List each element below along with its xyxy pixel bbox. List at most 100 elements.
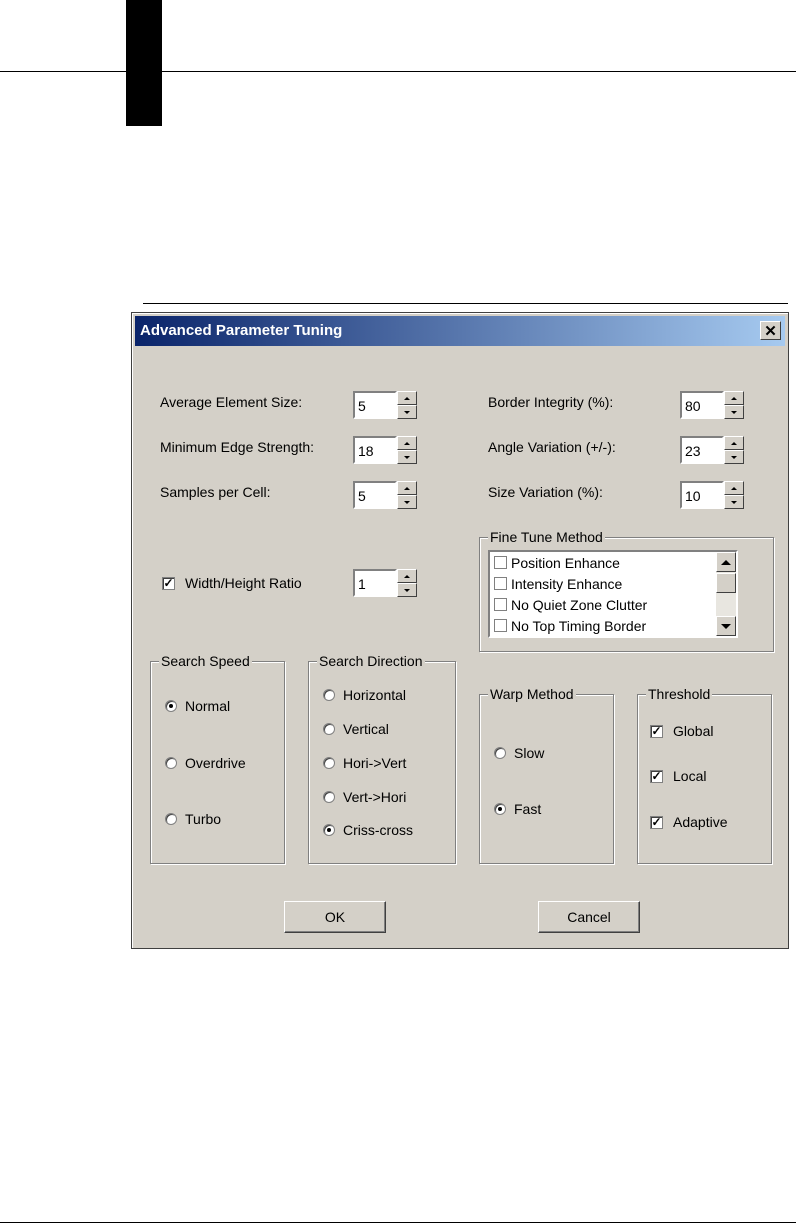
min-edge-strength-down-button[interactable] xyxy=(397,450,417,464)
min-edge-strength-up-button[interactable] xyxy=(397,436,417,450)
dialog-title: Advanced Parameter Tuning xyxy=(140,322,343,339)
radio-selected-icon xyxy=(165,700,177,712)
size-variation-down-button[interactable] xyxy=(724,495,744,509)
angle-variation-label: Angle Variation (+/-): xyxy=(488,439,616,455)
avg-element-size-spinner: 5 xyxy=(353,391,417,419)
radio-label: Overdrive xyxy=(185,755,246,771)
title-bar[interactable]: Advanced Parameter Tuning ✕ xyxy=(135,316,785,346)
search-direction-horizontal-radio[interactable]: Horizontal xyxy=(323,687,406,703)
threshold-adaptive-checkbox[interactable]: ✓ Adaptive xyxy=(650,814,727,830)
threshold-local-checkbox[interactable]: ✓ Local xyxy=(650,768,706,784)
angle-variation-down-button[interactable] xyxy=(724,450,744,464)
arrow-up-icon xyxy=(404,441,410,445)
search-speed-normal-radio[interactable]: Normal xyxy=(165,698,230,714)
search-direction-criss-cross-radio[interactable]: Criss-cross xyxy=(323,822,413,838)
radio-selected-icon xyxy=(494,803,506,815)
arrow-down-icon xyxy=(731,410,737,414)
check-icon: ✓ xyxy=(650,769,663,783)
list-item[interactable]: Position Enhance xyxy=(490,552,736,573)
search-speed-overdrive-radio[interactable]: Overdrive xyxy=(165,755,246,771)
radio-label: Fast xyxy=(514,801,542,817)
border-integrity-input[interactable]: 80 xyxy=(680,391,724,419)
vertical-scrollbar[interactable] xyxy=(716,552,736,636)
scroll-thumb[interactable] xyxy=(716,573,736,593)
scroll-up-button[interactable] xyxy=(716,552,736,572)
check-icon: ✓ xyxy=(650,724,663,738)
footer-rule xyxy=(0,1222,796,1223)
arrow-down-icon xyxy=(731,455,737,459)
width-height-ratio-label: Width/Height Ratio xyxy=(185,575,302,591)
checkbox-label: Adaptive xyxy=(673,814,728,830)
arrow-up-icon xyxy=(404,486,410,490)
close-button[interactable]: ✕ xyxy=(760,321,781,340)
warp-method-fast-radio[interactable]: Fast xyxy=(494,801,541,817)
arrow-up-icon xyxy=(731,441,737,445)
avg-element-size-label: Average Element Size: xyxy=(160,394,303,410)
angle-variation-input[interactable]: 23 xyxy=(680,436,724,464)
ok-button[interactable]: OK xyxy=(284,901,386,933)
border-integrity-label: Border Integrity (%): xyxy=(488,394,614,410)
fine-tune-method-listbox[interactable]: Position Enhance Intensity Enhance No Qu… xyxy=(488,550,738,638)
checkbox-label: Local xyxy=(673,768,707,784)
list-item-label: No Top Timing Border xyxy=(511,617,647,634)
samples-per-cell-label: Samples per Cell: xyxy=(160,484,271,500)
fine-tune-method-title: Fine Tune Method xyxy=(488,529,605,545)
min-edge-strength-spinner: 18 xyxy=(353,436,417,464)
scroll-down-button[interactable] xyxy=(716,616,736,636)
samples-per-cell-up-button[interactable] xyxy=(397,481,417,495)
samples-per-cell-spinner: 5 xyxy=(353,481,417,509)
size-variation-up-button[interactable] xyxy=(724,481,744,495)
samples-per-cell-input[interactable]: 5 xyxy=(353,481,397,509)
checkbox-icon xyxy=(494,577,507,590)
border-integrity-spinner: 80 xyxy=(680,391,744,419)
avg-element-size-up-button[interactable] xyxy=(397,391,417,405)
arrow-up-icon xyxy=(731,396,737,400)
list-item[interactable]: No Top Timing Border xyxy=(490,615,736,636)
arrow-up-icon xyxy=(731,486,737,490)
checkbox-icon xyxy=(494,598,507,611)
radio-label: Turbo xyxy=(185,811,222,827)
warp-method-group: Warp Method Slow Fast xyxy=(479,686,614,864)
search-direction-vertical-radio[interactable]: Vertical xyxy=(323,721,389,737)
width-height-ratio-down-button[interactable] xyxy=(397,583,417,597)
radio-icon xyxy=(323,689,335,701)
width-height-ratio-input[interactable]: 1 xyxy=(353,569,397,597)
list-item[interactable]: No Quiet Zone Clutter xyxy=(490,594,736,615)
fine-tune-method-group: Fine Tune Method Position Enhance Intens… xyxy=(479,529,774,652)
arrow-down-icon xyxy=(404,410,410,414)
width-height-ratio-checkbox[interactable]: ✓ Width/Height Ratio xyxy=(162,575,302,591)
radio-label: Criss-cross xyxy=(343,822,413,838)
radio-selected-icon xyxy=(323,824,335,836)
width-height-ratio-up-button[interactable] xyxy=(397,569,417,583)
section-rule xyxy=(143,303,788,304)
radio-icon xyxy=(165,757,177,769)
search-direction-group: Search Direction Horizontal Vertical Hor… xyxy=(308,653,456,864)
list-item[interactable]: Intensity Enhance xyxy=(490,573,736,594)
border-integrity-up-button[interactable] xyxy=(724,391,744,405)
size-variation-label: Size Variation (%): xyxy=(488,484,603,500)
close-icon: ✕ xyxy=(764,322,777,340)
samples-per-cell-down-button[interactable] xyxy=(397,495,417,509)
search-direction-hori-vert-radio[interactable]: Hori->Vert xyxy=(323,755,406,771)
warp-method-slow-radio[interactable]: Slow xyxy=(494,745,544,761)
width-height-ratio-check-icon: ✓ xyxy=(162,576,175,590)
radio-icon xyxy=(323,723,335,735)
radio-icon xyxy=(323,757,335,769)
avg-element-size-input[interactable]: 5 xyxy=(353,391,397,419)
cancel-button[interactable]: Cancel xyxy=(538,901,640,933)
min-edge-strength-input[interactable]: 18 xyxy=(353,436,397,464)
threshold-title: Threshold xyxy=(646,686,713,702)
check-icon: ✓ xyxy=(650,815,663,829)
search-direction-vert-hori-radio[interactable]: Vert->Hori xyxy=(323,789,406,805)
avg-element-size-down-button[interactable] xyxy=(397,405,417,419)
angle-variation-up-button[interactable] xyxy=(724,436,744,450)
radio-label: Normal xyxy=(185,698,231,714)
radio-icon xyxy=(494,747,506,759)
list-item-label: Intensity Enhance xyxy=(511,575,623,592)
threshold-group: Threshold ✓ Global ✓ Local ✓ Adaptive xyxy=(637,686,772,864)
search-speed-turbo-radio[interactable]: Turbo xyxy=(165,811,221,827)
threshold-global-checkbox[interactable]: ✓ Global xyxy=(650,723,713,739)
arrow-up-icon xyxy=(404,396,410,400)
border-integrity-down-button[interactable] xyxy=(724,405,744,419)
size-variation-input[interactable]: 10 xyxy=(680,481,724,509)
